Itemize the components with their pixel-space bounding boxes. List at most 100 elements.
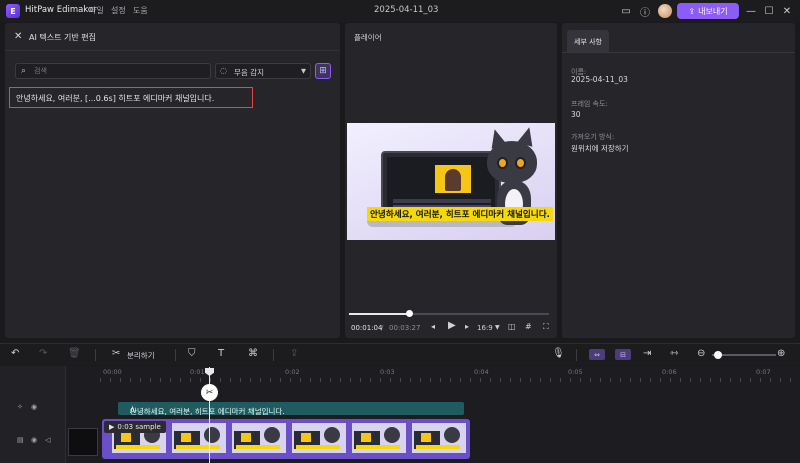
zoom-in-icon[interactable]: ⊕ — [777, 348, 785, 359]
caption-track-icon: ✧ — [17, 403, 23, 411]
divider — [95, 349, 96, 361]
ruler-label: 00:00 — [103, 368, 122, 376]
silence-detect-select[interactable]: ◌ 무음 감지 ▼ — [215, 63, 311, 79]
aspect-ratio-select[interactable]: 16:9 — [477, 324, 493, 332]
ruler-label: 0:02 — [285, 368, 300, 376]
ruler-label: 0:07 — [756, 368, 771, 376]
shield-icon[interactable]: ⛉ — [188, 348, 196, 359]
playback-progress[interactable] — [349, 310, 549, 317]
menu-settings[interactable]: 설정 — [111, 5, 126, 16]
panel-title: AI 텍스트 기반 편집 — [29, 33, 96, 42]
export-clip-icon[interactable]: ⇪ — [290, 348, 298, 359]
close-panel-icon[interactable]: ✕ — [14, 31, 22, 42]
app-name: HitPaw Edimakor — [25, 5, 97, 15]
caption-clip[interactable]: Ȧ 안녕하세요, 여러분, 히트포 에디마커 채널입니다. — [118, 402, 464, 416]
chevron-down-icon: ▼ — [301, 67, 306, 75]
search-input[interactable] — [34, 65, 204, 77]
lock-icon[interactable]: ▤ — [17, 436, 24, 444]
tab-details[interactable]: 세부 사항 — [567, 30, 609, 52]
video-track-thumbnail — [68, 428, 98, 456]
tab-details-label: 세부 사항 — [574, 38, 602, 46]
clip-frame — [172, 423, 226, 453]
close-window-icon[interactable]: ✕ — [780, 4, 794, 18]
clip-label: 0:03 sample — [117, 423, 161, 431]
play-icon[interactable]: ▶ — [448, 320, 456, 331]
snapshot-icon[interactable]: ◫ — [508, 322, 516, 331]
magnet-icon[interactable]: ⊟ — [615, 349, 631, 360]
next-frame-icon[interactable]: ▸ — [465, 322, 469, 331]
progress-fill — [349, 313, 409, 315]
screen-track — [393, 199, 491, 203]
progress-knob[interactable] — [406, 310, 413, 317]
redo-icon[interactable]: ↷ — [39, 348, 47, 359]
search-icon: ⌕ — [21, 66, 27, 76]
fullscreen-icon[interactable]: ⛶ — [543, 322, 549, 332]
undo-icon[interactable]: ↶ — [11, 348, 19, 359]
panel-header: ✕ AI 텍스트 기반 편집 — [5, 23, 340, 51]
transcript-line[interactable]: 안녕하세요, 여러분, [...0.6s] 히트포 에디마커 채널입니다. — [9, 87, 253, 108]
fps-value: 30 — [571, 110, 581, 119]
divider — [576, 349, 577, 361]
ruler-ticks — [100, 378, 800, 382]
eye-icon[interactable]: ◉ — [31, 403, 37, 411]
divider — [175, 349, 176, 361]
notification-icon[interactable]: ⓘ — [638, 4, 652, 19]
video-subtitle: 안녕하세요, 여러분, 히트포 에디마커 채널입니다. — [367, 207, 553, 221]
playhead[interactable] — [209, 367, 210, 463]
export-button[interactable]: ⇪ 내보내기 — [677, 3, 739, 19]
zoom-out-icon[interactable]: ⊖ — [697, 348, 705, 359]
split-view-icon[interactable]: ⇥ — [643, 348, 651, 359]
silence-label: 무음 감지 — [234, 68, 264, 77]
divider — [273, 349, 274, 361]
link-clip-icon[interactable]: ⇔ — [589, 349, 605, 360]
laptop-screen — [387, 157, 495, 213]
auto-caption-button[interactable]: ⊞ — [315, 63, 331, 79]
cat-eye-left — [497, 157, 508, 169]
track-headers: ✧ ◉ ▤ ◉ ◁ — [0, 366, 66, 463]
fit-timeline-icon[interactable]: ⇿ — [670, 348, 678, 359]
ruler-label: 0:06 — [662, 368, 677, 376]
minimize-icon[interactable]: — — [744, 4, 758, 18]
transcript-text: 안녕하세요, 여러분, [...0.6s] 히트포 에디마커 채널입니다. — [16, 94, 215, 103]
laptop-base — [367, 221, 517, 227]
play-circle-icon: ▶ — [109, 423, 115, 431]
ruler-label: 0:01 — [190, 368, 205, 376]
caption-text: 안녕하세요, 여러분, 히트포 에디마커 채널입니다. — [130, 407, 285, 416]
search-field[interactable]: ⌕ — [15, 63, 211, 79]
ai-text-edit-panel: ✕ AI 텍스트 기반 편집 ⌕ ◌ 무음 감지 ▼ ⊞ 안녕하세요, 여러분,… — [5, 23, 340, 338]
clip-frame — [292, 423, 346, 453]
chevron-down-icon[interactable]: ▼ — [495, 324, 500, 331]
name-value: 2025-04-11_03 — [571, 75, 628, 84]
caption-cut-icon[interactable]: ⌘ — [248, 348, 258, 359]
eye-icon[interactable]: ◉ — [31, 436, 37, 444]
feedback-icon[interactable]: ▭ — [619, 4, 633, 18]
menu-help[interactable]: 도움 — [133, 5, 148, 16]
video-preview[interactable]: 안녕하세요, 여러분, 히트포 에디마커 채널입니다. — [347, 123, 555, 240]
ruler-label: 0:04 — [474, 368, 489, 376]
import-label: 가져오기 방식: — [571, 133, 615, 141]
total-time: 00:03:27 — [389, 324, 421, 332]
cat-mascot — [487, 141, 537, 183]
clip-frame — [352, 423, 406, 453]
text-icon[interactable]: T — [218, 348, 224, 359]
grid-icon[interactable]: # — [525, 322, 532, 331]
speaker-icon[interactable]: ◁ — [45, 436, 50, 444]
split-label[interactable]: 분리하기 — [127, 350, 155, 361]
tab-divider — [562, 52, 795, 53]
split-icon[interactable]: ✂ — [112, 348, 120, 359]
menu-file[interactable]: 파일 — [89, 5, 104, 16]
time-separator: / — [381, 324, 384, 332]
player-title: 플레이어 — [354, 33, 382, 42]
delete-icon[interactable]: 🗑 — [68, 348, 81, 359]
scissors-icon[interactable]: ✂ — [201, 384, 218, 401]
ruler-label: 0:03 — [380, 368, 395, 376]
upload-icon: ⇪ — [688, 6, 696, 16]
import-value: 원위치에 저장하기 — [571, 144, 629, 153]
current-time: 00:01:04 — [351, 324, 383, 332]
avatar[interactable] — [658, 4, 672, 18]
prev-frame-icon[interactable]: ◂ — [431, 322, 435, 331]
maximize-icon[interactable]: ☐ — [762, 4, 776, 18]
zoom-slider[interactable] — [712, 351, 776, 359]
microphone-icon[interactable]: 🎙 — [552, 348, 565, 359]
fps-label: 프레임 속도: — [571, 100, 608, 108]
